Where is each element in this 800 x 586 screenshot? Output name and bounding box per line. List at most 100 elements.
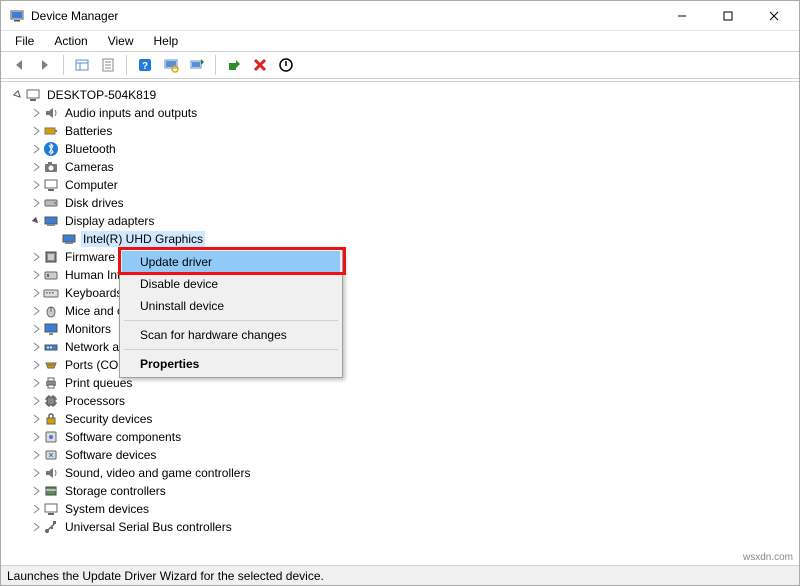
expand-icon[interactable] bbox=[29, 124, 43, 138]
tree-node-batteries[interactable]: Batteries bbox=[3, 122, 797, 140]
help-button[interactable]: ? bbox=[133, 54, 157, 76]
forward-button[interactable] bbox=[33, 54, 57, 76]
collapse-icon[interactable] bbox=[11, 88, 25, 102]
toolbar-separator bbox=[126, 55, 127, 75]
disable-device-button[interactable] bbox=[274, 54, 298, 76]
expand-icon[interactable] bbox=[29, 160, 43, 174]
expand-icon[interactable] bbox=[29, 268, 43, 282]
menu-view[interactable]: View bbox=[100, 32, 142, 50]
monitor-icon bbox=[43, 321, 59, 337]
expand-icon[interactable] bbox=[29, 466, 43, 480]
tree-node-storage[interactable]: Storage controllers bbox=[3, 482, 797, 500]
expand-icon[interactable] bbox=[29, 502, 43, 516]
hid-icon bbox=[43, 267, 59, 283]
ctx-update-driver[interactable]: Update driver bbox=[122, 251, 340, 273]
system-icon bbox=[43, 501, 59, 517]
menu-file[interactable]: File bbox=[7, 32, 42, 50]
software-device-icon bbox=[43, 447, 59, 463]
expand-icon[interactable] bbox=[29, 304, 43, 318]
tree-node-bluetooth[interactable]: Bluetooth bbox=[3, 140, 797, 158]
tree-root[interactable]: DESKTOP-504K819 bbox=[3, 86, 797, 104]
update-driver-button[interactable] bbox=[185, 54, 209, 76]
camera-icon bbox=[43, 159, 59, 175]
tree-node-usb[interactable]: Universal Serial Bus controllers bbox=[3, 518, 797, 536]
bluetooth-icon bbox=[43, 141, 59, 157]
expand-icon[interactable] bbox=[29, 520, 43, 534]
ctx-scan-hardware[interactable]: Scan for hardware changes bbox=[122, 324, 340, 346]
tree-node-audio[interactable]: Audio inputs and outputs bbox=[3, 104, 797, 122]
expand-icon[interactable] bbox=[29, 142, 43, 156]
speaker-icon bbox=[43, 105, 59, 121]
tree-root-label: DESKTOP-504K819 bbox=[45, 87, 158, 103]
uninstall-device-button[interactable] bbox=[248, 54, 272, 76]
context-menu: Update driver Disable device Uninstall d… bbox=[119, 248, 343, 378]
battery-icon bbox=[43, 123, 59, 139]
tree-node-computer[interactable]: Computer bbox=[3, 176, 797, 194]
tree-node-display[interactable]: Display adapters bbox=[3, 212, 797, 230]
scan-hardware-button[interactable] bbox=[159, 54, 183, 76]
toolbar: ? bbox=[1, 51, 799, 79]
expand-icon[interactable] bbox=[29, 196, 43, 210]
collapse-icon[interactable] bbox=[29, 214, 43, 228]
expand-icon[interactable] bbox=[29, 448, 43, 462]
expand-icon[interactable] bbox=[29, 178, 43, 192]
speaker-icon bbox=[43, 465, 59, 481]
show-hide-button[interactable] bbox=[70, 54, 94, 76]
status-bar: Launches the Update Driver Wizard for th… bbox=[1, 565, 799, 585]
usb-icon bbox=[43, 519, 59, 535]
menu-help[interactable]: Help bbox=[146, 32, 187, 50]
tree-node-security[interactable]: Security devices bbox=[3, 410, 797, 428]
port-icon bbox=[43, 357, 59, 373]
firmware-icon bbox=[43, 249, 59, 265]
close-button[interactable] bbox=[751, 1, 797, 31]
app-icon bbox=[9, 8, 25, 24]
tree-node-system[interactable]: System devices bbox=[3, 500, 797, 518]
expand-icon[interactable] bbox=[29, 286, 43, 300]
enable-device-button[interactable] bbox=[222, 54, 246, 76]
tree-node-disk[interactable]: Disk drives bbox=[3, 194, 797, 212]
display-adapter-icon bbox=[43, 213, 59, 229]
keyboard-icon bbox=[43, 285, 59, 301]
minimize-button[interactable] bbox=[659, 1, 705, 31]
expand-icon[interactable] bbox=[29, 412, 43, 426]
expand-icon[interactable] bbox=[29, 430, 43, 444]
toolbar-separator bbox=[63, 55, 64, 75]
tree-node-softdev[interactable]: Software devices bbox=[3, 446, 797, 464]
ctx-properties[interactable]: Properties bbox=[122, 353, 340, 375]
expand-icon[interactable] bbox=[29, 250, 43, 264]
display-adapter-icon bbox=[61, 231, 77, 247]
tree-node-sound[interactable]: Sound, video and game controllers bbox=[3, 464, 797, 482]
expand-icon[interactable] bbox=[29, 376, 43, 390]
context-menu-separator bbox=[124, 320, 338, 321]
ctx-uninstall-device[interactable]: Uninstall device bbox=[122, 295, 340, 317]
ctx-disable-device[interactable]: Disable device bbox=[122, 273, 340, 295]
toolbar-separator bbox=[215, 55, 216, 75]
context-menu-separator bbox=[124, 349, 338, 350]
menu-action[interactable]: Action bbox=[46, 32, 95, 50]
tree-node-cameras[interactable]: Cameras bbox=[3, 158, 797, 176]
expand-icon[interactable] bbox=[29, 340, 43, 354]
software-icon bbox=[43, 429, 59, 445]
storage-icon bbox=[43, 483, 59, 499]
status-text: Launches the Update Driver Wizard for th… bbox=[7, 569, 324, 583]
menubar: File Action View Help bbox=[1, 31, 799, 51]
network-icon bbox=[43, 339, 59, 355]
tree-node-processors[interactable]: Processors bbox=[3, 392, 797, 410]
window-title: Device Manager bbox=[31, 9, 118, 23]
properties-button[interactable] bbox=[96, 54, 120, 76]
svg-text:?: ? bbox=[142, 61, 148, 72]
disk-icon bbox=[43, 195, 59, 211]
mouse-icon bbox=[43, 303, 59, 319]
tree-node-softcomp[interactable]: Software components bbox=[3, 428, 797, 446]
printer-icon bbox=[43, 375, 59, 391]
tree-node-display-child[interactable]: Intel(R) UHD Graphics bbox=[3, 230, 797, 248]
expand-icon[interactable] bbox=[29, 394, 43, 408]
maximize-button[interactable] bbox=[705, 1, 751, 31]
expand-icon[interactable] bbox=[29, 322, 43, 336]
expand-icon[interactable] bbox=[29, 106, 43, 120]
expand-icon[interactable] bbox=[29, 358, 43, 372]
titlebar: Device Manager bbox=[1, 1, 799, 31]
expand-icon[interactable] bbox=[29, 484, 43, 498]
processor-icon bbox=[43, 393, 59, 409]
back-button[interactable] bbox=[7, 54, 31, 76]
